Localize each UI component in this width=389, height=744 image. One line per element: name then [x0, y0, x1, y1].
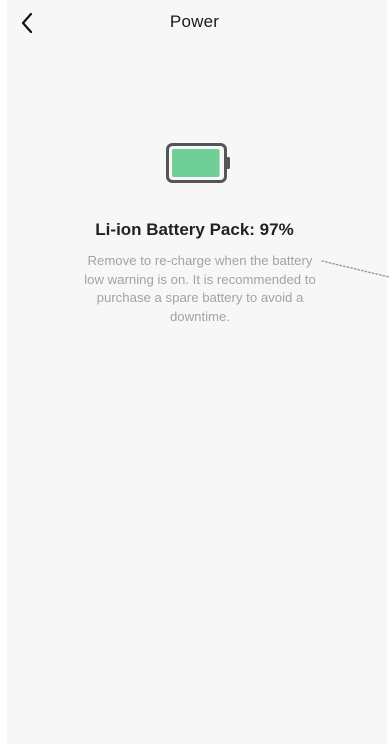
- battery-title: Li-ion Battery Pack: 97%: [95, 220, 294, 239]
- dotted-connector-line: [321, 260, 389, 278]
- nav-bar: Power: [0, 0, 389, 48]
- battery-icon: [166, 143, 230, 183]
- battery-level-fill: [172, 149, 220, 177]
- power-screen: Power Li-ion Battery Pack: 97% Remove to…: [0, 0, 389, 744]
- battery-description: Remove to re-charge when the battery low…: [84, 253, 316, 324]
- page-title: Power: [169, 12, 220, 31]
- frame-edge-left: [0, 0, 7, 744]
